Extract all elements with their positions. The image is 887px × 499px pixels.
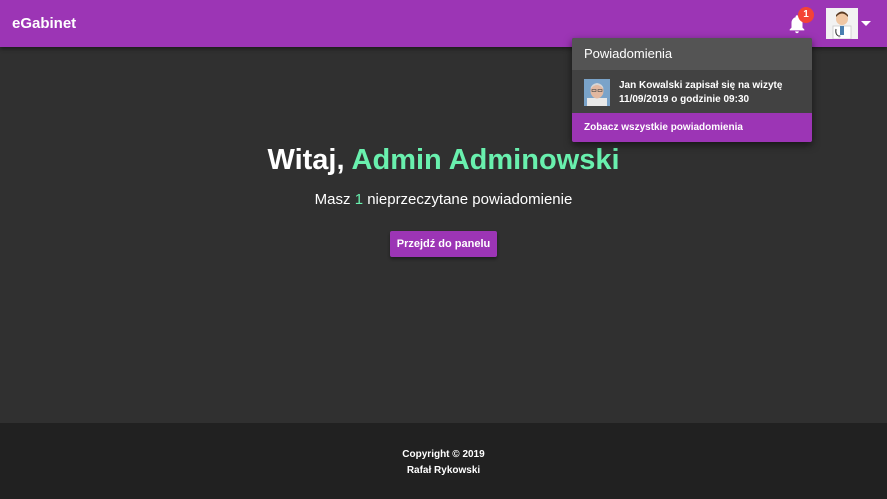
notification-date: 11/09/2019 o godzinie 09:30 <box>619 94 750 105</box>
patient-avatar <box>584 79 610 106</box>
page-footer: Copyright © 2019 Rafał Rykowski <box>0 423 887 499</box>
app-title[interactable]: eGabinet <box>12 15 76 32</box>
notifications-header: Powiadomienia <box>572 38 812 70</box>
unread-summary: Masz 1 nieprzeczytane powiadomienie <box>0 191 887 208</box>
user-avatar <box>826 8 858 39</box>
go-to-panel-button[interactable]: Przejdź do panelu <box>390 231 497 257</box>
greeting-text: Witaj, <box>267 144 345 176</box>
summary-prefix: Masz <box>314 191 351 208</box>
see-all-notifications-link[interactable]: Zobacz wszystkie powiadomienia <box>572 113 812 142</box>
unread-count: 1 <box>354 191 364 208</box>
notification-badge: 1 <box>798 7 814 23</box>
summary-suffix: nieprzeczytane powiadomienie <box>367 191 573 208</box>
copyright-text: Copyright © 2019 <box>402 449 485 460</box>
author-text: Rafał Rykowski <box>406 465 481 476</box>
notification-text: Jan Kowalski zapisał się na wizytę <box>619 80 783 91</box>
user-menu-button[interactable] <box>826 8 858 39</box>
notification-item[interactable]: Jan Kowalski zapisał się na wizytę 11/09… <box>572 70 812 113</box>
welcome-heading: Witaj, Admin Adminowski <box>0 144 887 177</box>
notifications-dropdown: Powiadomienia Jan Kowalski zapisał się n… <box>572 38 812 142</box>
user-name: Admin Adminowski <box>351 144 620 176</box>
caret-down-icon[interactable] <box>861 21 871 26</box>
